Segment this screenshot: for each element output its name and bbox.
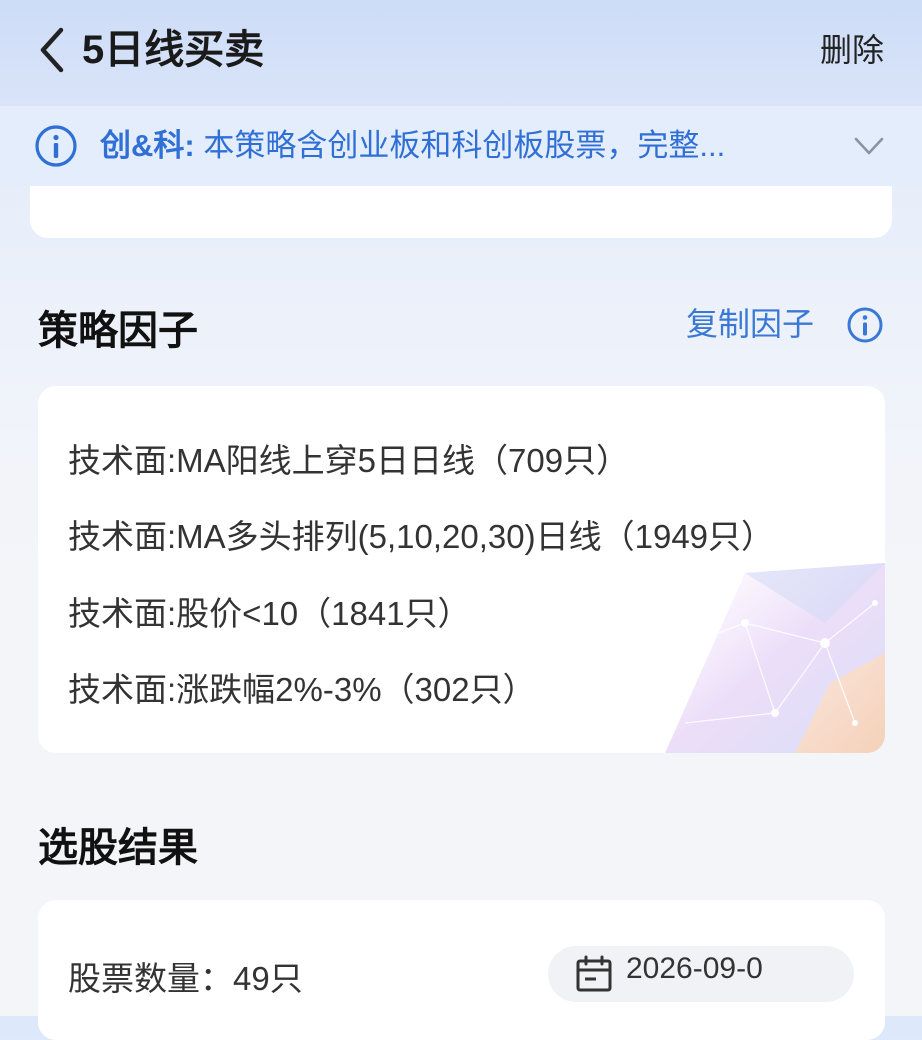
info-icon	[35, 125, 77, 167]
notice-message: 本策略含创业板和科创板股票，完整...	[203, 128, 726, 163]
calendar-icon	[576, 955, 612, 992]
factor-item-3: 技术面:股价<10（1841只）	[68, 595, 471, 632]
chevron-down-icon[interactable]	[852, 126, 886, 166]
factor-item-2: 技术面:MA多头排列(5,10,20,30)日线（1949只）	[68, 518, 775, 555]
notice-text: 创&科: 本策略含创业板和科创板股票，完整...	[100, 124, 725, 168]
copy-factors-button[interactable]: 复制因子	[686, 300, 814, 348]
strategy-summary-card	[30, 186, 892, 238]
factor-item-4: 技术面:涨跌幅2%-3%（302只）	[68, 671, 536, 708]
chevron-left-icon	[40, 27, 64, 73]
delete-button[interactable]: 删除	[820, 22, 884, 78]
factor-item-1: 技术面:MA阳线上穿5日日线（709只）	[68, 442, 630, 479]
decorative-network-graphic	[664, 563, 885, 753]
info-icon[interactable]	[846, 306, 884, 344]
date-value: 2026-09-0	[626, 952, 763, 985]
notice-tag: 创&科:	[100, 128, 195, 163]
stock-count: 股票数量：49只	[68, 960, 303, 997]
page-title: 5日线买卖	[82, 28, 265, 72]
back-button[interactable]	[30, 22, 74, 78]
results-title: 选股结果	[38, 826, 198, 870]
factors-title: 策略因子	[38, 309, 198, 353]
